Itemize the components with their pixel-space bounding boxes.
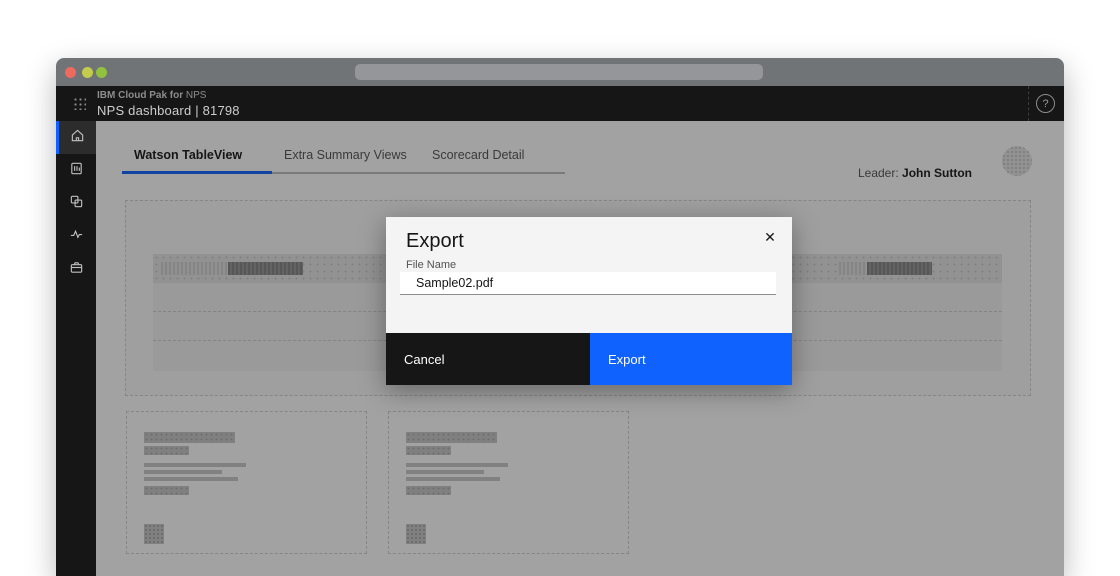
modal-title: Export (406, 230, 464, 253)
report-icon (69, 161, 84, 181)
modal-button-row: Cancel Export (386, 333, 792, 385)
file-name-input[interactable] (400, 272, 776, 295)
close-window-button[interactable] (65, 67, 76, 78)
sidebar-item-activity[interactable] (56, 220, 96, 253)
brand-title-bold: IBM Cloud Pak for (97, 90, 183, 101)
close-icon[interactable]: ✕ (761, 228, 779, 246)
browser-window: IBM Cloud Pak for NPS NPS dashboard | 81… (56, 58, 1064, 576)
brand-title-suffix: NPS (183, 90, 206, 101)
sidebar-item-report[interactable] (56, 154, 96, 187)
titlebar (56, 58, 1064, 86)
portfolio-icon (69, 260, 84, 280)
app-subtitle: NPS dashboard | 81798 (97, 103, 240, 119)
activity-icon (69, 227, 84, 247)
brand-block: IBM Cloud Pak for NPS NPS dashboard | 81… (97, 90, 240, 119)
minimize-window-button[interactable] (82, 67, 93, 78)
cancel-button[interactable]: Cancel (386, 333, 590, 385)
app-header: IBM Cloud Pak for NPS NPS dashboard | 81… (56, 86, 1064, 121)
sidebar-item-data-objects[interactable] (56, 187, 96, 220)
app-area: IBM Cloud Pak for NPS NPS dashboard | 81… (56, 86, 1064, 576)
data-objects-icon (69, 194, 84, 214)
address-bar[interactable] (355, 64, 763, 80)
sidebar-nav (56, 121, 96, 576)
sidebar-item-portfolio[interactable] (56, 253, 96, 286)
header-actions: ? (1028, 86, 1064, 121)
zoom-window-button[interactable] (96, 67, 107, 78)
app-switcher-icon[interactable] (73, 97, 86, 110)
sidebar-item-home[interactable] (56, 121, 96, 154)
brand-title: IBM Cloud Pak for NPS (97, 90, 240, 103)
home-icon (70, 128, 85, 148)
file-name-label: File Name (406, 259, 456, 271)
export-modal: Export ✕ File Name Cancel Export (386, 217, 792, 385)
help-icon[interactable]: ? (1036, 94, 1055, 113)
export-button[interactable]: Export (590, 333, 792, 385)
